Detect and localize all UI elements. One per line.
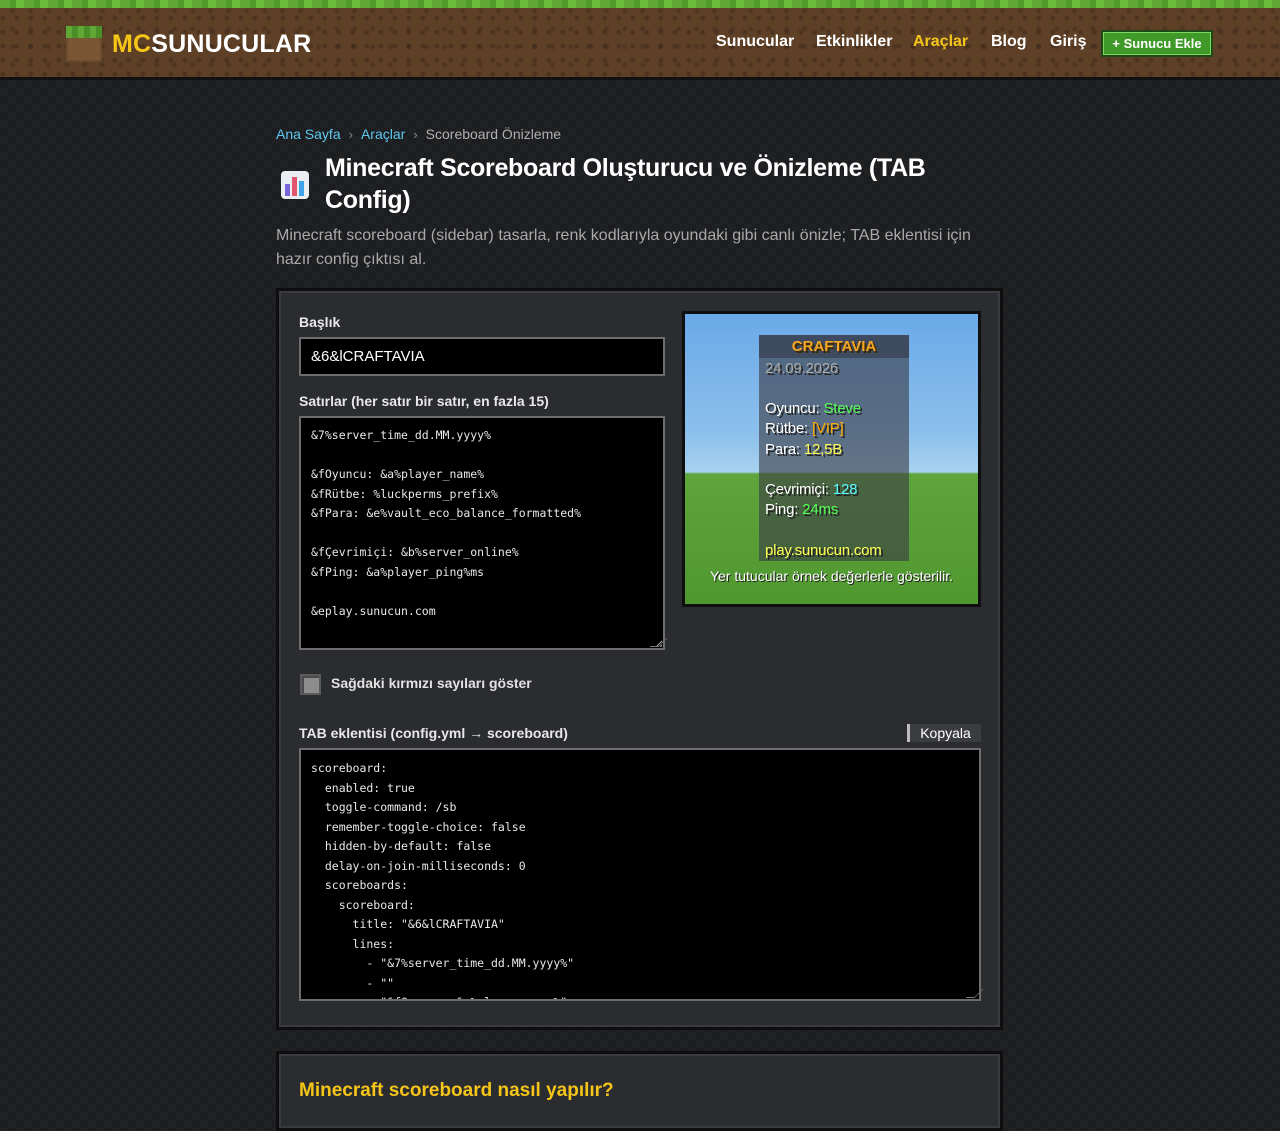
rank-value: [VIP]: [811, 420, 844, 437]
online-value: 128: [832, 481, 858, 498]
scoreboard-sidebar: CRAFTAVIA 24.09.2026 Oyuncu: Steve Rütbe…: [759, 335, 909, 561]
grass-strip: [0, 0, 1280, 8]
nav-item-etkinlikler[interactable]: Etkinlikler: [816, 33, 892, 51]
logo-prefix: MC: [112, 29, 152, 58]
config-field-label: TAB eklentisi (config.yml → scoreboard): [299, 725, 568, 741]
site-header: MCSUNUCULAR Sunucular Etkinlikler Araçla…: [0, 0, 1280, 80]
page-description: Minecraft scoreboard (sidebar) tasarla, …: [276, 227, 971, 268]
scoreboard-line-rank: Rütbe: [VIP]: [765, 420, 844, 437]
money-value: 12,5B: [803, 441, 843, 458]
online-label: Çevrimiçi:: [765, 481, 833, 498]
rank-label: Rütbe:: [765, 420, 812, 437]
bar-chart-icon: [281, 171, 309, 199]
add-server-button[interactable]: + Sunucu Ekle: [1101, 30, 1213, 57]
breadcrumb: Ana Sayfa › Araçlar › Scoreboard Önizlem…: [276, 126, 561, 142]
site-logo[interactable]: MCSUNUCULAR: [66, 26, 311, 62]
scoreboard-line-ping: Ping: 24ms: [765, 501, 838, 518]
scoreboard-preview: CRAFTAVIA 24.09.2026 Oyuncu: Steve Rütbe…: [682, 311, 981, 607]
scoreboard-line-player: Oyuncu: Steve: [765, 400, 861, 417]
nav-item-sunucular[interactable]: Sunucular: [716, 33, 794, 51]
lines-field-label: Satırlar (her satır bir satır, en fazla …: [299, 393, 549, 409]
breadcrumb-tools[interactable]: Araçlar: [361, 126, 405, 142]
breadcrumb-separator: ›: [348, 126, 353, 142]
ping-value: 24ms: [802, 501, 839, 518]
breadcrumb-separator: ›: [413, 126, 418, 142]
title-field-label: Başlık: [299, 314, 341, 330]
lines-textarea[interactable]: &7%server_time_dd.MM.yyyy% &fOyuncu: &a%…: [299, 416, 665, 650]
title-input[interactable]: [299, 337, 665, 376]
grass-block-icon: [66, 26, 102, 62]
scoreboard-line-address: play.sunucun.com: [765, 542, 882, 559]
page-title: Minecraft Scoreboard Oluşturucu ve Önizl…: [325, 154, 926, 214]
nav-item-blog[interactable]: Blog: [991, 33, 1027, 51]
player-label: Oyuncu:: [765, 400, 824, 417]
show-numbers-label[interactable]: Sağdaki kırmızı sayıları göster: [331, 675, 532, 691]
preview-note: Yer tutucular örnek değerlerle gösterili…: [709, 568, 954, 584]
scoreboard-line-money: Para: 12,5B: [765, 441, 842, 458]
ping-label: Ping:: [765, 501, 803, 518]
show-numbers-checkbox[interactable]: [300, 674, 321, 695]
copy-button[interactable]: Kopyala: [907, 724, 981, 742]
money-label: Para:: [765, 441, 804, 458]
nav-item-araclar[interactable]: Araçlar: [913, 33, 968, 51]
player-value: Steve: [823, 400, 861, 417]
breadcrumb-current: Scoreboard Önizleme: [425, 126, 562, 142]
scoreboard-line-online: Çevrimiçi: 128: [765, 481, 857, 498]
logo-suffix: SUNUCULAR: [151, 29, 312, 58]
nav-item-giris[interactable]: Giriş: [1050, 33, 1086, 51]
breadcrumb-home[interactable]: Ana Sayfa: [276, 126, 341, 142]
scoreboard-title: CRAFTAVIA: [759, 335, 909, 358]
scoreboard-line-date: 24.09.2026: [765, 360, 839, 377]
logo-text: MCSUNUCULAR: [112, 30, 311, 59]
config-output[interactable]: scoreboard: enabled: true toggle-command…: [299, 748, 981, 1001]
howto-heading: Minecraft scoreboard nasıl yapılır?: [299, 1080, 614, 1101]
